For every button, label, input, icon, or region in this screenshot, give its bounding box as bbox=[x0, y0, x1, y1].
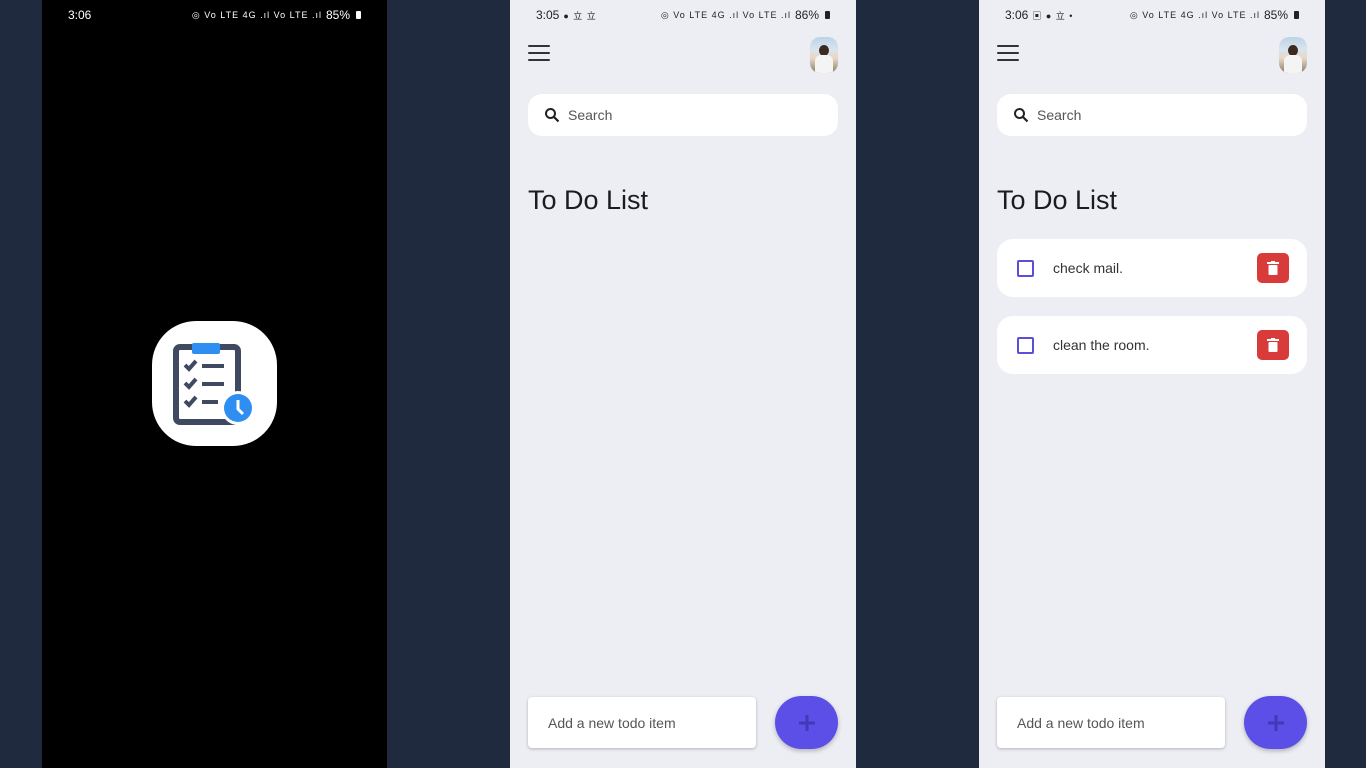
new-todo-input[interactable] bbox=[546, 713, 750, 732]
new-todo-field[interactable] bbox=[997, 697, 1225, 748]
menu-icon[interactable] bbox=[997, 45, 1019, 63]
app-logo bbox=[152, 321, 277, 446]
status-bar: 3:06 ▣ ● 立 • ◎ Vo LTE 4G .ıl Vo LTE .ıl … bbox=[979, 0, 1325, 30]
add-todo-button[interactable] bbox=[775, 696, 838, 749]
todo-item: clean the room. bbox=[997, 316, 1307, 374]
search-icon bbox=[1014, 108, 1029, 123]
todo-text: clean the room. bbox=[1053, 337, 1150, 353]
status-time: 3:06 bbox=[68, 8, 92, 22]
menu-icon[interactable] bbox=[528, 45, 550, 63]
status-bar: 3:06 ◎ Vo LTE 4G .ıl Vo LTE .ıl 85% bbox=[42, 0, 387, 30]
plus-icon bbox=[1267, 714, 1284, 731]
status-bar: 3:05 ● 立 立 ◎ Vo LTE 4G .ıl Vo LTE .ıl 86… bbox=[510, 0, 856, 30]
page-title: To Do List bbox=[528, 185, 649, 215]
status-time: 3:06 bbox=[1005, 8, 1029, 22]
battery-icon bbox=[825, 11, 830, 19]
search-input[interactable] bbox=[1035, 106, 1269, 124]
empty-todo-screen: 3:05 ● 立 立 ◎ Vo LTE 4G .ıl Vo LTE .ıl 86… bbox=[510, 0, 856, 768]
todo-checkbox[interactable] bbox=[1017, 259, 1034, 277]
status-time: 3:05 bbox=[536, 8, 560, 22]
todo-item: check mail. bbox=[997, 239, 1307, 297]
delete-todo-button[interactable] bbox=[1257, 330, 1289, 360]
todo-checkbox[interactable] bbox=[1017, 336, 1034, 354]
avatar[interactable] bbox=[810, 37, 838, 73]
clipboard-clock-icon bbox=[173, 343, 255, 425]
new-todo-field[interactable] bbox=[528, 697, 756, 748]
avatar[interactable] bbox=[1279, 37, 1307, 73]
splash-screen: 3:06 ◎ Vo LTE 4G .ıl Vo LTE .ıl 85% bbox=[42, 0, 387, 768]
search-bar[interactable] bbox=[997, 94, 1307, 136]
battery-icon bbox=[356, 11, 361, 19]
plus-icon bbox=[798, 714, 815, 731]
battery-level: 86% bbox=[794, 8, 819, 22]
battery-level: 85% bbox=[1263, 8, 1288, 22]
search-input[interactable] bbox=[566, 106, 800, 124]
delete-todo-button[interactable] bbox=[1257, 253, 1289, 283]
todo-list-screen: 3:06 ▣ ● 立 • ◎ Vo LTE 4G .ıl Vo LTE .ıl … bbox=[979, 0, 1325, 768]
signal-icons: ◎ Vo LTE 4G .ıl Vo LTE .ıl bbox=[660, 9, 791, 20]
battery-icon bbox=[1294, 11, 1299, 19]
battery-level: 85% bbox=[325, 8, 350, 22]
page-title: To Do List bbox=[997, 185, 1118, 215]
search-icon bbox=[545, 108, 560, 123]
notification-icons: ● 立 立 bbox=[563, 10, 597, 21]
add-todo-button[interactable] bbox=[1244, 696, 1307, 749]
todo-text: check mail. bbox=[1053, 260, 1124, 276]
trash-icon bbox=[1267, 261, 1279, 275]
signal-icons: ◎ Vo LTE 4G .ıl Vo LTE .ıl bbox=[1129, 9, 1260, 20]
trash-icon bbox=[1267, 338, 1279, 352]
notification-icons: ▣ ● 立 • bbox=[1032, 10, 1074, 21]
new-todo-input[interactable] bbox=[1015, 713, 1219, 732]
search-bar[interactable] bbox=[528, 94, 838, 136]
signal-icons: ◎ Vo LTE 4G .ıl Vo LTE .ıl bbox=[191, 9, 322, 20]
